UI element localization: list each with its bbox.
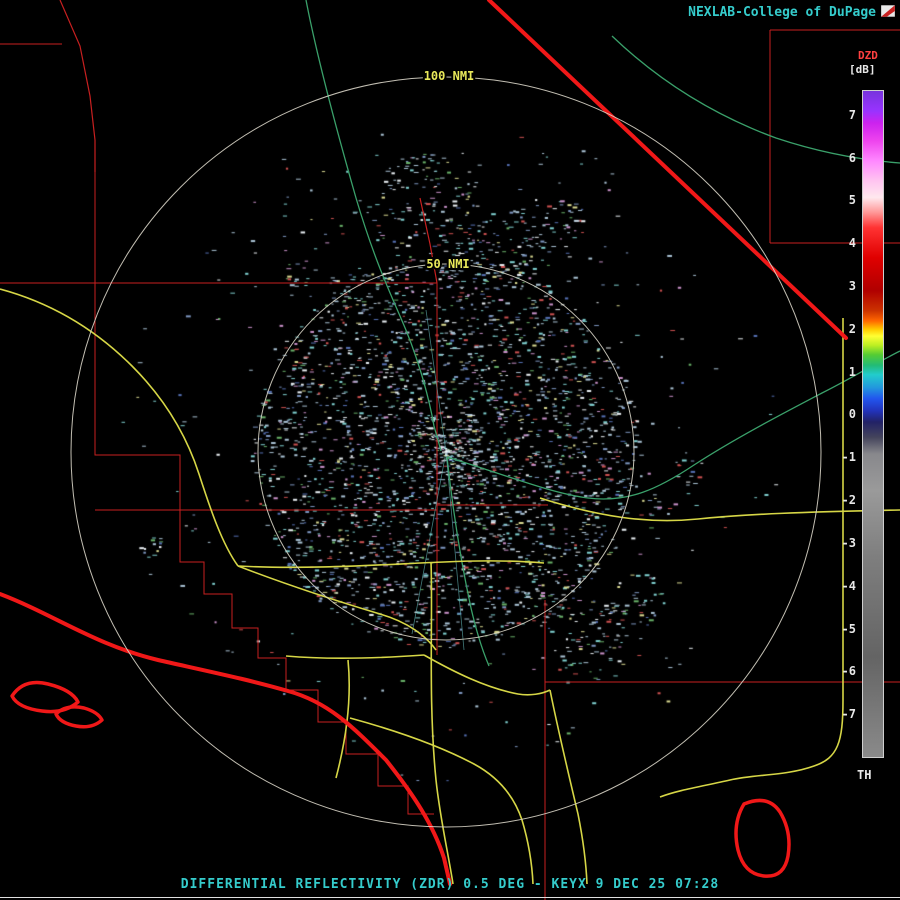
colorbar-tick-label: -4 xyxy=(841,578,856,593)
highway-line xyxy=(349,717,534,885)
colorbar-tick-label: 0 xyxy=(848,407,856,422)
highway-line xyxy=(285,654,425,660)
range-ring-label-100nmi: 100 NMI xyxy=(424,69,475,83)
colorbar-threshold-label: TH xyxy=(857,768,872,782)
colorbar-tick-label: -7 xyxy=(841,707,856,722)
radar-site-marker xyxy=(442,448,450,456)
rivers xyxy=(305,0,900,667)
colorbar-tick-label: -1 xyxy=(841,450,856,465)
interstate-diagonal xyxy=(487,0,848,340)
colorbar-tick-label: -5 xyxy=(841,621,856,636)
river-line xyxy=(611,35,900,164)
colorbar-tick-label: 2 xyxy=(848,321,856,336)
colorbar-units-label: [dB] xyxy=(849,63,876,76)
colorbar-tick-label: 1 xyxy=(848,364,856,379)
range-ring-label-50nmi: 50 NMI xyxy=(426,257,469,271)
highway-line xyxy=(0,288,239,567)
highway-line xyxy=(237,565,437,651)
status-divider xyxy=(0,897,900,898)
colorbar-tick-label: 4 xyxy=(848,236,856,251)
colorbar-tick-label: 6 xyxy=(848,150,856,165)
interstate-highways xyxy=(0,0,848,886)
colorbar-tick-label: 7 xyxy=(848,107,856,122)
interstate-southwest xyxy=(0,592,452,886)
colorbar-tick-label: 3 xyxy=(848,278,856,293)
river-line xyxy=(305,0,442,452)
county-boundaries xyxy=(0,0,900,900)
map-overlay: 100 NMI 50 NMI xyxy=(0,0,900,900)
colorbar-tick-label: -3 xyxy=(841,535,856,550)
status-bar-text: DIFFERENTIAL REFLECTIVITY (ZDR) 0.5 DEG … xyxy=(180,877,720,892)
cod-logo-icon xyxy=(881,5,895,17)
header-title: NEXLAB-College of DuPage xyxy=(688,5,876,20)
radar-spokes xyxy=(411,309,465,651)
colorbar xyxy=(862,90,884,758)
colorbar-tick-label: -6 xyxy=(841,664,856,679)
colorbar-product-code: DZD xyxy=(858,49,878,62)
radar-display: 100 NMI 50 NMI NEXLAB-College of DuPage … xyxy=(0,0,900,900)
highway-line xyxy=(549,689,588,885)
colorbar-tick-label: -2 xyxy=(841,493,856,508)
highway-line xyxy=(237,560,545,569)
highways xyxy=(0,288,900,885)
colorbar-tick-label: 5 xyxy=(848,193,856,208)
